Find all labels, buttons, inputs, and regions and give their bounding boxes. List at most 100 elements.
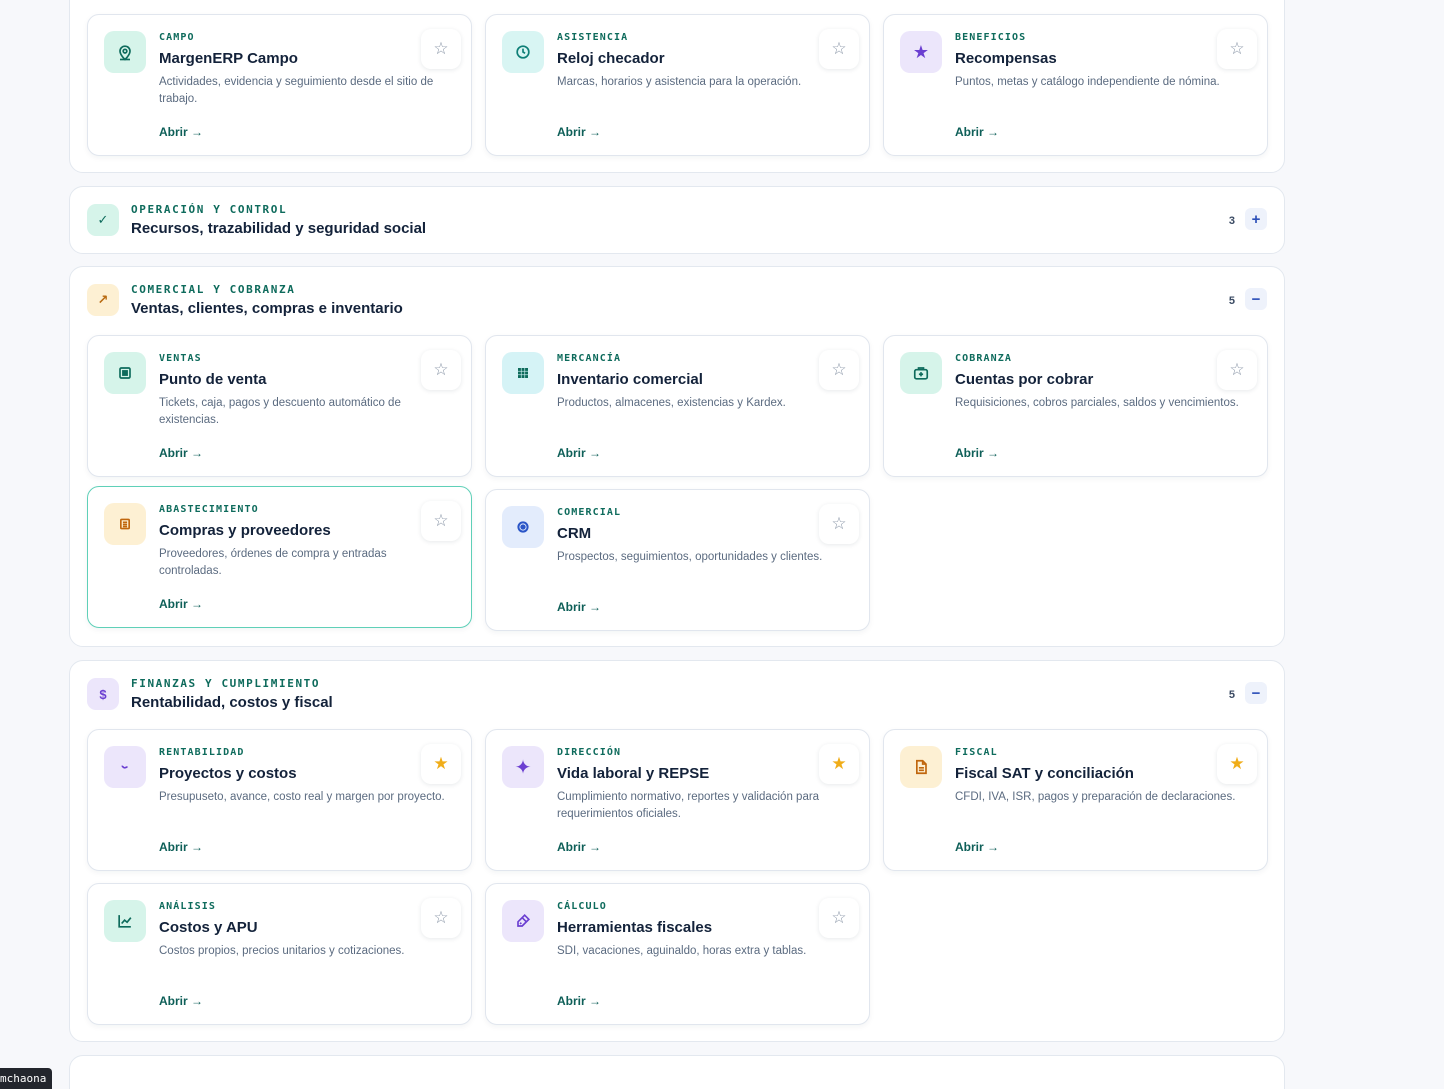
card-description: Marcas, horarios y asistencia para la op…	[557, 76, 802, 88]
card-category: COMERCIAL	[557, 507, 622, 518]
sparkle-icon: ✦	[502, 746, 544, 788]
favorite-star-icon[interactable]: ☆	[1217, 350, 1257, 390]
card-description: Cumplimiento normativo, reportes y valid…	[557, 791, 820, 820]
footer-badge: mchaona	[0, 1068, 53, 1089]
module-card-compras[interactable]: ABASTECIMIENTO Compras y proveedores Pro…	[87, 486, 472, 628]
expand-button[interactable]: +	[1245, 208, 1267, 230]
section-finanzas: $ FINANZAS Y CUMPLIMIENTO Rentabilidad, …	[69, 660, 1285, 1042]
card-description: Tickets, caja, pagos y descuento automát…	[159, 397, 401, 426]
module-card-recompensas[interactable]: ★ BENEFICIOS Recompensas Puntos, metas y…	[883, 14, 1268, 156]
section-title: Ventas, clientes, compras e inventario	[131, 300, 403, 317]
clock-icon	[502, 31, 544, 73]
check-icon: ✓	[87, 204, 119, 236]
module-card-punto-de-venta[interactable]: VENTAS Punto de venta Tickets, caja, pag…	[87, 335, 472, 477]
open-link[interactable]: Abrir →	[955, 125, 999, 139]
module-card-vida-laboral[interactable]: ✦ DIRECCIÓN Vida laboral y REPSE Cumplim…	[485, 729, 870, 871]
card-category: VENTAS	[159, 353, 202, 364]
briefcase-icon	[900, 352, 942, 394]
card-description: Prospectos, seguimientos, oportunidades …	[557, 551, 823, 563]
card-description: Costos propios, precios unitarios y coti…	[159, 945, 405, 957]
card-category: MERCANCÍA	[557, 353, 622, 364]
document-icon	[900, 746, 942, 788]
card-category: ANÁLISIS	[159, 901, 216, 912]
card-description: SDI, vacaciones, aguinaldo, horas extra …	[557, 945, 807, 957]
favorite-star-icon[interactable]: ★	[819, 744, 859, 784]
open-link[interactable]: Abrir →	[159, 125, 203, 139]
module-card-reloj[interactable]: ASISTENCIA Reloj checador Marcas, horari…	[485, 14, 870, 156]
trend-arrow-icon: ↗	[87, 284, 119, 316]
section-header[interactable]: ✓ OPERACIÓN Y CONTROL Recursos, trazabil…	[87, 203, 1267, 239]
module-card-inventario[interactable]: MERCANCÍA Inventario comercial Productos…	[485, 335, 870, 477]
card-title: Vida laboral y REPSE	[557, 765, 710, 782]
favorite-star-icon[interactable]: ☆	[819, 898, 859, 938]
target-icon	[502, 506, 544, 548]
section-eyebrow: COMERCIAL Y COBRANZA	[131, 283, 296, 296]
section-comercial: ↗ COMERCIAL Y COBRANZA Ventas, clientes,…	[69, 266, 1285, 647]
dollar-icon: $	[87, 678, 119, 710]
open-link[interactable]: Abrir →	[159, 597, 203, 611]
card-title: Proyectos y costos	[159, 765, 297, 782]
open-link[interactable]: Abrir →	[557, 600, 601, 614]
section-title: Rentabilidad, costos y fiscal	[131, 694, 333, 711]
location-pin-icon	[104, 31, 146, 73]
module-card-proyectos[interactable]: RENTABILIDAD Proyectos y costos Presupus…	[87, 729, 472, 871]
favorite-star-icon[interactable]: ☆	[421, 501, 461, 541]
open-link[interactable]: Abrir →	[159, 840, 203, 854]
section-operacion: ✓ OPERACIÓN Y CONTROL Recursos, trazabil…	[69, 186, 1285, 254]
module-card-campo[interactable]: CAMPO MargenERP Campo Actividades, evide…	[87, 14, 472, 156]
module-card-crm[interactable]: COMERCIAL CRM Prospectos, seguimientos, …	[485, 489, 870, 631]
section-count: 5	[1228, 295, 1235, 307]
module-card-herramientas-fiscales[interactable]: CÁLCULO Herramientas fiscales SDI, vacac…	[485, 883, 870, 1025]
line-chart-icon	[104, 900, 146, 942]
section-next	[69, 1055, 1285, 1089]
collapse-button[interactable]: −	[1245, 682, 1267, 704]
favorite-star-icon[interactable]: ☆	[819, 29, 859, 69]
section-personal: CAMPO MargenERP Campo Actividades, evide…	[69, 0, 1285, 173]
card-title: Punto de venta	[159, 371, 267, 388]
card-title: Reloj checador	[557, 50, 665, 67]
card-category: COBRANZA	[955, 353, 1012, 364]
favorite-star-icon[interactable]: ☆	[819, 350, 859, 390]
section-title: Recursos, trazabilidad y seguridad socia…	[131, 220, 427, 237]
favorite-star-icon[interactable]: ☆	[1217, 29, 1257, 69]
section-header[interactable]: $ FINANZAS Y CUMPLIMIENTO Rentabilidad, …	[87, 677, 1267, 713]
card-title: Inventario comercial	[557, 371, 703, 388]
open-link[interactable]: Abrir →	[955, 446, 999, 460]
card-category: BENEFICIOS	[955, 32, 1027, 43]
open-link[interactable]: Abrir →	[557, 840, 601, 854]
favorite-star-icon[interactable]: ★	[421, 744, 461, 784]
section-header[interactable]: ↗ COMERCIAL Y COBRANZA Ventas, clientes,…	[87, 283, 1267, 319]
open-link[interactable]: Abrir →	[955, 840, 999, 854]
module-card-fiscal-sat[interactable]: FISCAL Fiscal SAT y conciliación CFDI, I…	[883, 729, 1268, 871]
module-card-costos-apu[interactable]: ANÁLISIS Costos y APU Costos propios, pr…	[87, 883, 472, 1025]
card-title: Cuentas por cobrar	[955, 371, 1094, 388]
favorite-star-icon[interactable]: ☆	[421, 350, 461, 390]
card-description: CFDI, IVA, ISR, pagos y preparación de d…	[955, 791, 1236, 803]
module-card-cuentas-por-cobrar[interactable]: COBRANZA Cuentas por cobrar Requisicione…	[883, 335, 1268, 477]
tools-icon	[502, 900, 544, 942]
register-icon	[104, 352, 146, 394]
list-icon	[104, 503, 146, 545]
favorite-star-icon[interactable]: ☆	[819, 504, 859, 544]
grid-icon	[502, 352, 544, 394]
favorite-star-icon[interactable]: ☆	[421, 29, 461, 69]
open-link[interactable]: Abrir →	[557, 446, 601, 460]
open-link[interactable]: Abrir →	[159, 446, 203, 460]
open-link[interactable]: Abrir →	[557, 125, 601, 139]
favorite-star-icon[interactable]: ☆	[421, 898, 461, 938]
card-category: ABASTECIMIENTO	[159, 504, 259, 515]
favorite-star-icon[interactable]: ★	[1217, 744, 1257, 784]
card-category: DIRECCIÓN	[557, 747, 622, 758]
card-title: CRM	[557, 525, 592, 542]
card-description: Puntos, metas y catálogo independiente d…	[955, 76, 1220, 88]
card-description: Actividades, evidencia y seguimiento des…	[159, 76, 434, 105]
card-category: CÁLCULO	[557, 901, 607, 912]
card-category: FISCAL	[955, 747, 998, 758]
card-description: Productos, almacenes, existencias y Kard…	[557, 397, 786, 409]
card-title: Herramientas fiscales	[557, 919, 713, 936]
collapse-button[interactable]: −	[1245, 288, 1267, 310]
card-description: Presupuseto, avance, costo real y margen…	[159, 791, 445, 803]
open-link[interactable]: Abrir →	[159, 994, 203, 1008]
open-link[interactable]: Abrir →	[557, 994, 601, 1008]
card-description: Requisiciones, cobros parciales, saldos …	[955, 397, 1239, 409]
